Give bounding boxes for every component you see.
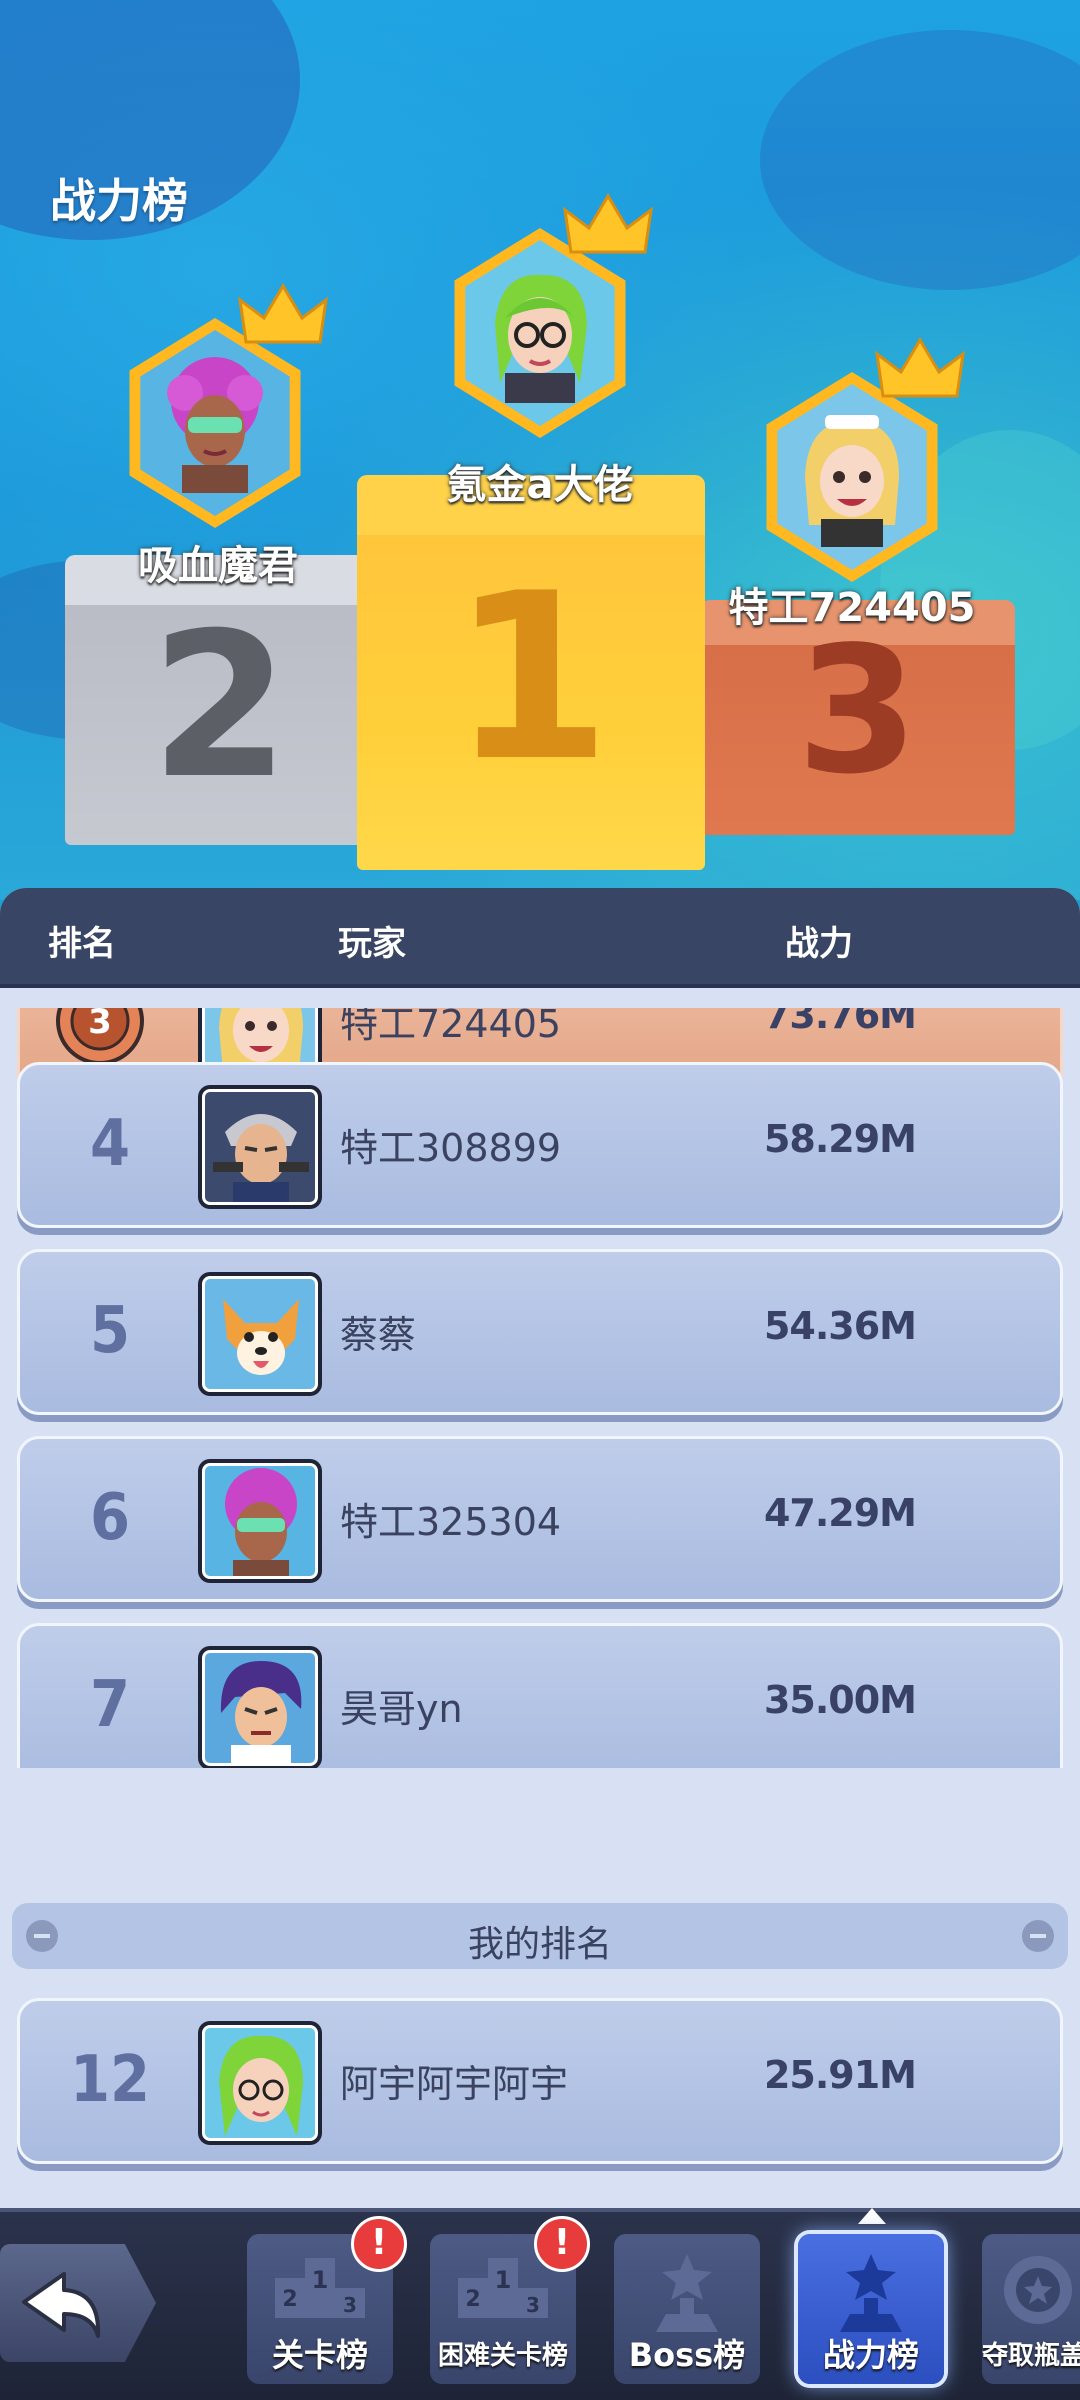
- player-name: 昊哥yn: [340, 1687, 463, 1731]
- svg-text:2: 2: [465, 2287, 480, 2312]
- rank-number: 4: [89, 1107, 131, 1181]
- avatar[interactable]: [198, 1459, 322, 1583]
- power-value: 47.29M: [763, 1491, 917, 1535]
- podium-number-1: 1: [450, 545, 612, 812]
- my-rank-divider: 我的排名: [12, 1903, 1068, 1969]
- podium-number-2: 2: [150, 590, 290, 823]
- character-portrait: [495, 274, 587, 403]
- player-name: 特工308899: [340, 1126, 562, 1170]
- svg-text:2: 2: [282, 2287, 297, 2312]
- ranking-panel: 排名 玩家 战力 3 特工724405 73.76M 4 特工308899 58…: [0, 888, 1080, 2208]
- back-arrow-icon: [22, 2272, 101, 2338]
- power-value: 58.29M: [763, 1117, 917, 1161]
- header-power: 战力: [785, 924, 853, 964]
- power-value: 25.91M: [763, 2053, 917, 2097]
- bronze-medal-icon: 3: [56, 1008, 144, 1065]
- table-header: 排名 玩家 战力: [0, 888, 1080, 988]
- svg-text:3: 3: [343, 2293, 357, 2317]
- bottom-nav: 1 2 3 关卡榜 ! 1 2 3 困难关卡榜 ! Boss榜 战力榜 夺取瓶盖: [0, 2208, 1080, 2400]
- trophy-star-icon: [656, 2254, 718, 2332]
- rank-number: 12: [69, 2043, 151, 2117]
- tab-label: 战力榜: [822, 2336, 919, 2374]
- table-row[interactable]: 6 特工325304 47.29M: [17, 1436, 1063, 1602]
- power-value: 73.76M: [763, 1008, 917, 1037]
- tab-power-ranking[interactable]: 战力榜: [798, 2234, 944, 2384]
- table-row[interactable]: 4 特工308899 58.29M: [17, 1062, 1063, 1228]
- player-name: 阿宇阿宇阿宇: [340, 2062, 569, 2106]
- svg-text:1: 1: [312, 2266, 329, 2294]
- first-place-name: 氪金a大佬: [446, 462, 634, 508]
- medal-rank-text: 3: [88, 1008, 112, 1042]
- tab-stage-ranking[interactable]: 1 2 3 关卡榜 !: [247, 2216, 407, 2384]
- second-place-name: 吸血魔君: [138, 543, 298, 589]
- tab-hard-stage-ranking[interactable]: 1 2 3 困难关卡榜 !: [430, 2216, 590, 2384]
- minus-icon: [1022, 1920, 1054, 1952]
- avatar[interactable]: [198, 1646, 322, 1768]
- third-place-name: 特工724405: [728, 585, 976, 631]
- alert-badge-icon: !: [534, 2216, 590, 2272]
- player-name: 特工325304: [340, 1500, 562, 1544]
- back-button[interactable]: [0, 2244, 156, 2362]
- character-portrait: [805, 415, 899, 547]
- my-rank-label: 我的排名: [467, 1924, 612, 1965]
- podium-number-3: 3: [796, 610, 919, 813]
- avatar[interactable]: [198, 2021, 322, 2145]
- my-rank-row[interactable]: 12 阿宇阿宇阿宇 25.91M: [17, 1998, 1063, 2164]
- first-place-avatar[interactable]: [445, 193, 653, 438]
- crown-icon: [563, 193, 653, 254]
- svg-text:3: 3: [526, 2293, 540, 2317]
- power-value: 54.36M: [763, 1304, 917, 1348]
- table-row[interactable]: 5 蔡蔡 54.36M: [17, 1249, 1063, 1415]
- rank-number: 5: [89, 1294, 131, 1368]
- podium-icon: 1 2 3: [458, 2258, 548, 2318]
- tab-label: 夺取瓶盖: [982, 2341, 1080, 2371]
- podium-area: 战力榜 2 3 1 氪金a大佬 吸血魔君 特工724405: [0, 0, 1080, 900]
- active-tab-indicator: [858, 2208, 886, 2224]
- podium-first: 1: [357, 475, 705, 870]
- tab-capture-caps[interactable]: 夺取瓶盖: [982, 2234, 1080, 2384]
- alert-badge-icon: !: [351, 2216, 407, 2272]
- header-player: 玩家: [338, 924, 406, 964]
- second-place-avatar[interactable]: [120, 283, 328, 528]
- rank-number: 6: [89, 1481, 131, 1555]
- podium-second: 2: [65, 555, 375, 845]
- trophy-star-icon: [840, 2254, 902, 2332]
- player-name: 蔡蔡: [340, 1313, 417, 1357]
- bottle-cap-icon: [1004, 2256, 1072, 2324]
- podium-third: 3: [700, 600, 1015, 835]
- crown-icon: [238, 283, 328, 344]
- tab-label: 困难关卡榜: [437, 2341, 568, 2371]
- tab-boss-ranking[interactable]: Boss榜: [614, 2234, 760, 2384]
- crown-icon: [875, 337, 965, 398]
- ranking-list[interactable]: 3 特工724405 73.76M 4 特工308899 58.29M 5 蔡蔡…: [0, 1008, 1080, 1768]
- svg-text:1: 1: [495, 2266, 512, 2294]
- tab-label: 关卡榜: [271, 2336, 368, 2374]
- header-rank: 排名: [48, 924, 116, 964]
- player-name: 特工724405: [340, 1008, 562, 1046]
- podium-icon: 1 2 3: [275, 2258, 365, 2318]
- character-portrait: [167, 357, 263, 493]
- page-title: 战力榜: [50, 174, 188, 228]
- power-value: 35.00M: [763, 1678, 917, 1722]
- tab-label: Boss榜: [628, 2336, 746, 2374]
- avatar[interactable]: [198, 1272, 322, 1396]
- rank-number: 7: [89, 1668, 131, 1742]
- background-splash: [760, 30, 1080, 290]
- avatar[interactable]: [198, 1085, 322, 1209]
- table-row[interactable]: 7 昊哥yn 35.00M: [17, 1623, 1063, 1768]
- third-place-avatar[interactable]: [757, 337, 965, 582]
